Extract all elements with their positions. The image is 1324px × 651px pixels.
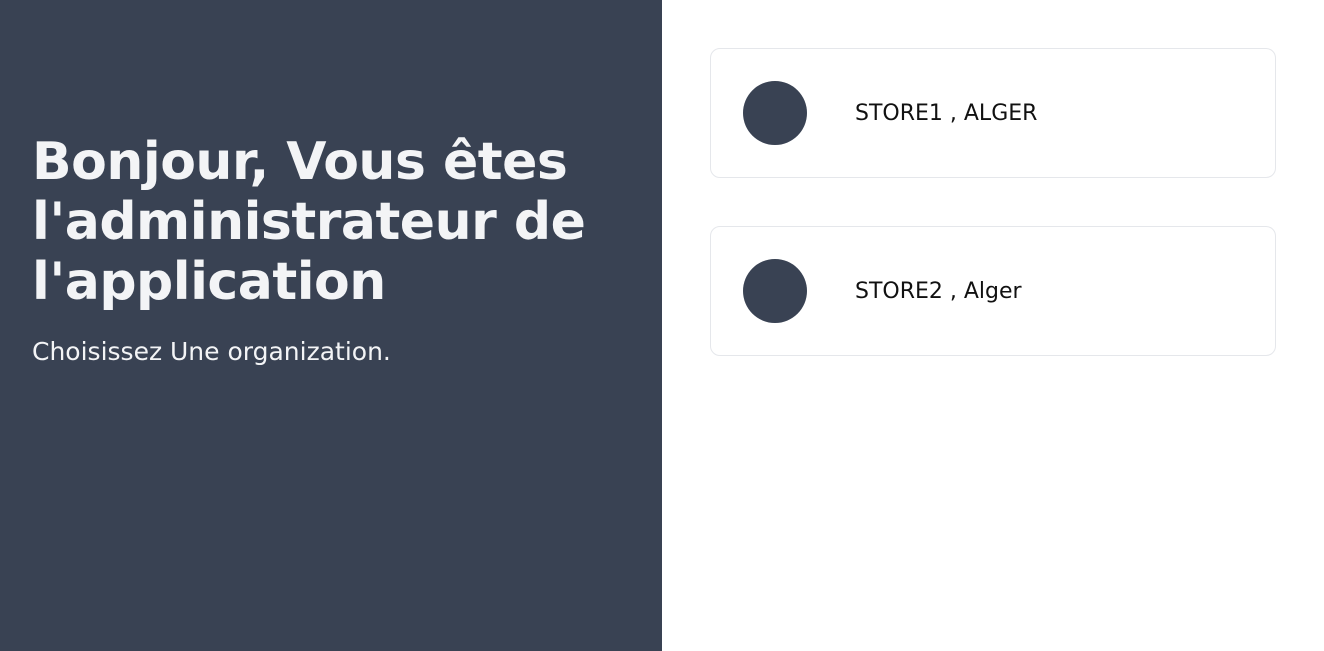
organization-label: STORE2 , Alger xyxy=(855,278,1022,304)
welcome-headline: Bonjour, Vous êtes l'administrateur de l… xyxy=(32,132,586,312)
welcome-panel: Bonjour, Vous êtes l'administrateur de l… xyxy=(0,0,662,651)
organization-list: STORE1 , ALGER STORE2 , Alger xyxy=(710,48,1324,356)
organization-avatar xyxy=(743,259,807,323)
organization-panel: STORE1 , ALGER STORE2 , Alger xyxy=(662,0,1324,651)
welcome-subtitle: Choisissez Une organization. xyxy=(32,337,391,366)
organization-label: STORE1 , ALGER xyxy=(855,100,1038,126)
organization-avatar xyxy=(743,81,807,145)
organization-card-store1[interactable]: STORE1 , ALGER xyxy=(710,48,1276,178)
app-layout: Bonjour, Vous êtes l'administrateur de l… xyxy=(0,0,1324,651)
organization-card-store2[interactable]: STORE2 , Alger xyxy=(710,226,1276,356)
